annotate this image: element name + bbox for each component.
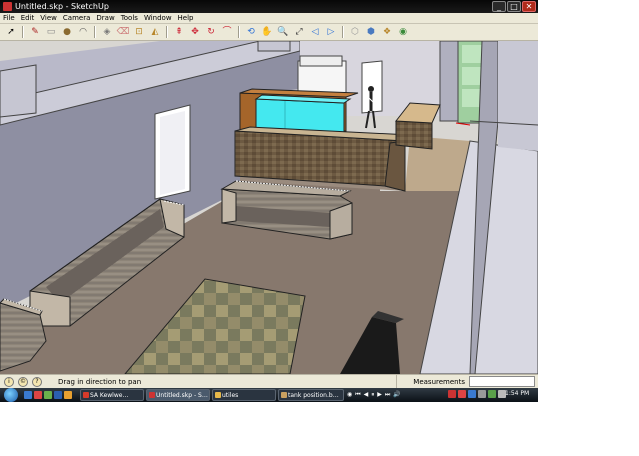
tray-icon[interactable] xyxy=(468,390,476,398)
start-button-icon[interactable] xyxy=(4,388,18,402)
model-viewport[interactable] xyxy=(0,41,538,374)
offset-icon[interactable]: ⌒ xyxy=(220,25,234,39)
clock[interactable]: 1:54 PM xyxy=(505,388,529,400)
media-controls: ◉ ⏮ ◀ ⏸ ▶ ⏭ 🔊 xyxy=(347,389,401,401)
task-label: tank position.b… xyxy=(288,392,339,399)
menu-camera[interactable]: Camera xyxy=(60,13,93,23)
next-view-icon[interactable]: ▷ xyxy=(324,25,338,39)
title-bar: Untitled.skp - SketchUp _ □ ✕ xyxy=(0,0,538,13)
eraser-icon[interactable]: ⌫ xyxy=(116,25,130,39)
sketchup-screenshot: Untitled.skp - SketchUp _ □ ✕ File Edit … xyxy=(0,0,538,402)
system-tray xyxy=(448,390,506,398)
pencil-icon[interactable]: ✎ xyxy=(28,25,42,39)
task-item-folder[interactable]: utiles xyxy=(212,389,276,401)
task-label: utiles xyxy=(222,392,239,399)
components-icon[interactable]: ❖ xyxy=(380,25,394,39)
media-logo-icon[interactable]: ◉ xyxy=(347,389,352,401)
tray-icon[interactable] xyxy=(458,390,466,398)
menu-help[interactable]: Help xyxy=(175,13,197,23)
menu-bar: File Edit View Camera Draw Tools Window … xyxy=(0,13,538,24)
pan-icon[interactable]: ✋ xyxy=(260,25,274,39)
media-pause-icon[interactable]: ⏸ xyxy=(371,389,374,401)
media-prev-icon[interactable]: ⏮ xyxy=(355,389,360,401)
google-earth-icon[interactable]: ◉ xyxy=(396,25,410,39)
window-controls: _ □ ✕ xyxy=(492,1,536,12)
toolbar-divider xyxy=(166,26,168,38)
toolbar-divider xyxy=(22,26,24,38)
rectangle-icon[interactable]: ▭ xyxy=(44,25,58,39)
previous-view-icon[interactable]: ◁ xyxy=(308,25,322,39)
quicklaunch-word-icon[interactable] xyxy=(54,391,62,399)
task-label: SA Kewlwe… xyxy=(90,392,129,399)
status-hint: Drag in direction to pan xyxy=(58,378,142,386)
media-play-icon[interactable]: ▶ xyxy=(377,389,382,401)
move-icon[interactable]: ✥ xyxy=(188,25,202,39)
sketchup-app-icon xyxy=(3,2,12,11)
media-rewind-icon[interactable]: ◀ xyxy=(364,389,369,401)
menu-window[interactable]: Window xyxy=(141,13,175,23)
menu-view[interactable]: View xyxy=(37,13,60,23)
push-pull-icon[interactable]: ⇞ xyxy=(172,25,186,39)
scene-drawing xyxy=(0,41,538,374)
task-item-sketchup[interactable]: Untitled.skp - S… xyxy=(146,389,210,401)
get-models-icon[interactable]: ⬡ xyxy=(348,25,362,39)
task-label: Untitled.skp - S… xyxy=(156,392,208,399)
minimize-button[interactable]: _ xyxy=(492,1,506,12)
maximize-button[interactable]: □ xyxy=(507,1,521,12)
menu-edit[interactable]: Edit xyxy=(18,13,38,23)
window-title: Untitled.skp - SketchUp xyxy=(15,2,109,11)
measurements-label: Measurements xyxy=(396,375,468,389)
menu-draw[interactable]: Draw xyxy=(93,13,117,23)
circle-icon[interactable]: ● xyxy=(60,25,74,39)
toolbar-divider xyxy=(238,26,240,38)
close-button[interactable]: ✕ xyxy=(522,1,536,12)
measurements-input[interactable] xyxy=(469,376,535,387)
toolbar-divider xyxy=(342,26,344,38)
media-volume-icon[interactable]: 🔊 xyxy=(393,389,400,401)
main-toolbar: ➚ ✎ ▭ ● ◠ ◈ ⌫ ⊡ ◭ ⇞ ✥ ↻ ⌒ ⟲ ✋ 🔍 ⤢ ◁ ▷ ⬡ … xyxy=(0,24,538,41)
quicklaunch-ie-icon[interactable] xyxy=(24,391,32,399)
tape-measure-icon[interactable]: ⊡ xyxy=(132,25,146,39)
orbit-icon[interactable]: ⟲ xyxy=(244,25,258,39)
tray-icon[interactable] xyxy=(488,390,496,398)
zoom-extents-icon[interactable]: ⤢ xyxy=(292,25,306,39)
rotate-icon[interactable]: ↻ xyxy=(204,25,218,39)
windows-taskbar: SA Kewlwe… Untitled.skp - S… utiles tank… xyxy=(0,388,538,402)
task-item-tank-position[interactable]: tank position.b… xyxy=(278,389,344,401)
quicklaunch-app-icon[interactable] xyxy=(44,391,52,399)
tray-icon[interactable] xyxy=(448,390,456,398)
task-icon xyxy=(149,392,155,398)
zoom-icon[interactable]: 🔍 xyxy=(276,25,290,39)
task-item-kewlwe[interactable]: SA Kewlwe… xyxy=(80,389,144,401)
menu-tools[interactable]: Tools xyxy=(118,13,141,23)
select-icon[interactable]: ➚ xyxy=(4,25,18,39)
paint-bucket-icon[interactable]: ◭ xyxy=(148,25,162,39)
tray-icon[interactable] xyxy=(478,390,486,398)
task-icon xyxy=(83,392,89,398)
geo-location-icon[interactable]: i xyxy=(4,377,14,387)
toolbar-divider xyxy=(94,26,96,38)
arc-icon[interactable]: ◠ xyxy=(76,25,90,39)
menu-file[interactable]: File xyxy=(0,13,18,23)
media-next-icon[interactable]: ⏭ xyxy=(385,389,390,401)
task-icon xyxy=(281,392,287,398)
credits-icon[interactable]: © xyxy=(18,377,28,387)
instructor-icon[interactable]: ? xyxy=(32,377,42,387)
quicklaunch-opera-icon[interactable] xyxy=(34,391,42,399)
share-model-icon[interactable]: ⬢ xyxy=(364,25,378,39)
make-component-icon[interactable]: ◈ xyxy=(100,25,114,39)
status-bar: i © ? Drag in direction to pan Measureme… xyxy=(0,374,538,389)
quicklaunch-folder-icon[interactable] xyxy=(64,391,72,399)
folder-icon xyxy=(215,392,221,398)
